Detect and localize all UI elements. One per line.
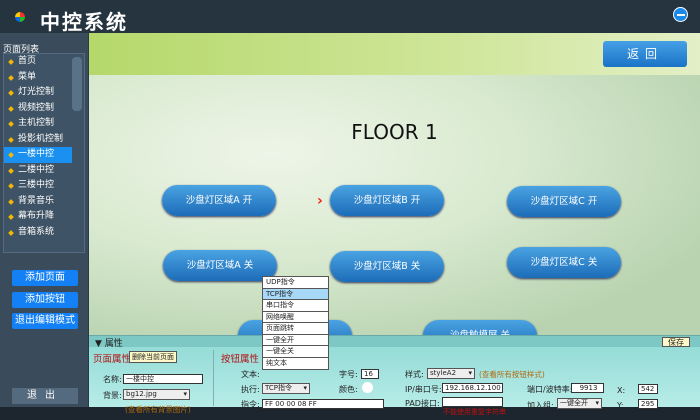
- properties-title: 属性: [104, 339, 123, 349]
- exit-edit-mode-button[interactable]: 退出编辑模式: [12, 313, 78, 329]
- page-item-selected[interactable]: 一楼中控: [4, 147, 72, 163]
- area-a-on-button[interactable]: 沙盘灯区域A 开: [162, 185, 276, 216]
- properties-header[interactable]: ▼ 属性: [95, 336, 123, 349]
- dropdown-option[interactable]: 串口指令: [263, 300, 328, 312]
- title-bar: 中控系统: [0, 0, 700, 34]
- style-label: 样式:: [405, 370, 424, 379]
- dropdown-option[interactable]: UDP指令: [263, 277, 328, 289]
- save-button[interactable]: 保存: [662, 337, 690, 347]
- list-scrollbar[interactable]: [72, 57, 82, 111]
- page-item[interactable]: 主机控制: [4, 116, 72, 132]
- background-label: 背景:: [103, 391, 122, 400]
- x-input[interactable]: 542: [638, 384, 658, 394]
- page-item[interactable]: 幕布升降: [4, 209, 72, 225]
- add-page-button[interactable]: 添加页面: [12, 270, 78, 286]
- page-item[interactable]: 背景音乐: [4, 194, 72, 210]
- page-item[interactable]: 菜单: [4, 70, 72, 86]
- page-item[interactable]: 视频控制: [4, 101, 72, 117]
- x-label: X:: [617, 386, 626, 395]
- dropdown-option[interactable]: 一键全开: [263, 335, 328, 346]
- port-input[interactable]: 9913: [571, 383, 604, 393]
- page-item[interactable]: 投影机控制: [4, 132, 72, 148]
- area-c-off-button[interactable]: 沙盘灯区域C 关: [507, 247, 621, 278]
- background-select[interactable]: bg12.jpg: [123, 389, 190, 400]
- command-input[interactable]: FF 00 00 08 FF: [262, 399, 384, 409]
- add-button-button[interactable]: 添加按钮: [12, 292, 78, 308]
- app-logo-icon: [15, 12, 25, 22]
- sidebar: 页面列表 首页 菜单 灯光控制 视频控制 主机控制 投影机控制 一楼中控 二楼中…: [0, 33, 88, 420]
- pad-warning: 不能使用重复字符串: [443, 408, 506, 416]
- minimize-button[interactable]: [673, 7, 688, 22]
- port-label: 端口/波特率:: [527, 385, 573, 394]
- area-c-on-button[interactable]: 沙盘灯区域C 开: [507, 186, 621, 217]
- exit-button[interactable]: 退出: [12, 388, 78, 404]
- area-a-off-button[interactable]: 沙盘灯区域A 关: [163, 250, 277, 281]
- delete-page-button[interactable]: 删除当前页面: [129, 351, 177, 363]
- page-item[interactable]: 三楼中控: [4, 178, 72, 194]
- font-size-input[interactable]: 16: [361, 369, 379, 379]
- command-label: 指令:: [241, 400, 260, 409]
- group-label: 加入组:: [527, 401, 554, 410]
- ip-input[interactable]: 192.168.12.100: [442, 383, 503, 393]
- app-title: 中控系统: [40, 10, 128, 34]
- dropdown-option[interactable]: 页面跳转: [263, 323, 328, 335]
- button-props-label: 按钮属性: [221, 354, 260, 365]
- name-input[interactable]: 一楼中控: [123, 374, 203, 384]
- view-backgrounds-link[interactable]: (查看所有背景图片): [125, 404, 191, 415]
- page-item[interactable]: 首页: [4, 54, 72, 70]
- color-swatch[interactable]: [362, 382, 373, 393]
- page-item[interactable]: 灯光控制: [4, 85, 72, 101]
- pad-input[interactable]: [442, 397, 503, 407]
- page-canvas: 返回 FLOOR 1 › 沙盘灯区域A 开 沙盘灯区域B 开 沙盘灯区域C 开 …: [89, 33, 700, 335]
- touchscreen-off-button[interactable]: 沙盘触摸屏 关: [423, 320, 537, 335]
- y-label: Y:: [617, 401, 624, 410]
- view-styles-link[interactable]: (查看所有按钮样式): [479, 369, 545, 380]
- properties-panel: ▼ 属性 保存 页面属性 删除当前页面 名称: 一楼中控 背景: bg12.jp…: [89, 335, 700, 416]
- area-b-off-button[interactable]: 沙盘灯区域B 关: [330, 251, 444, 282]
- text-label: 文本:: [241, 370, 260, 379]
- dropdown-option-selected[interactable]: TCP指令: [263, 288, 328, 300]
- dropdown-option[interactable]: 一键全关: [263, 346, 328, 358]
- exec-select[interactable]: TCP指令: [262, 383, 310, 394]
- color-label: 颜色:: [339, 385, 358, 394]
- exec-label: 执行:: [241, 385, 260, 394]
- page-list: 首页 菜单 灯光控制 视频控制 主机控制 投影机控制 一楼中控 二楼中控 三楼中…: [3, 53, 85, 253]
- ip-label: IP/串口号:: [405, 385, 442, 394]
- name-label: 名称:: [103, 375, 122, 384]
- exec-dropdown-menu: UDP指令 TCP指令 串口指令 网络唤醒 页面跳转 一键全开 一键全关 纯文本: [262, 276, 329, 370]
- dropdown-option[interactable]: 网络唤醒: [263, 312, 328, 323]
- style-select[interactable]: styleA2: [427, 368, 475, 379]
- floor-title: FLOOR 1: [351, 120, 438, 144]
- area-b-on-button[interactable]: 沙盘灯区域B 开: [330, 185, 444, 216]
- font-size-label: 字号:: [339, 370, 358, 379]
- dropdown-option[interactable]: 纯文本: [263, 358, 328, 370]
- back-button[interactable]: 返回: [603, 41, 687, 67]
- selection-arrow-icon: ›: [317, 193, 323, 209]
- page-props-label: 页面属性: [93, 354, 132, 365]
- page-item[interactable]: 音箱系统: [4, 225, 72, 241]
- group-select[interactable]: 一键全开: [557, 398, 602, 409]
- pad-label: PAD接口:: [405, 399, 440, 408]
- page-item[interactable]: 二楼中控: [4, 163, 72, 179]
- y-input[interactable]: 295: [638, 399, 658, 409]
